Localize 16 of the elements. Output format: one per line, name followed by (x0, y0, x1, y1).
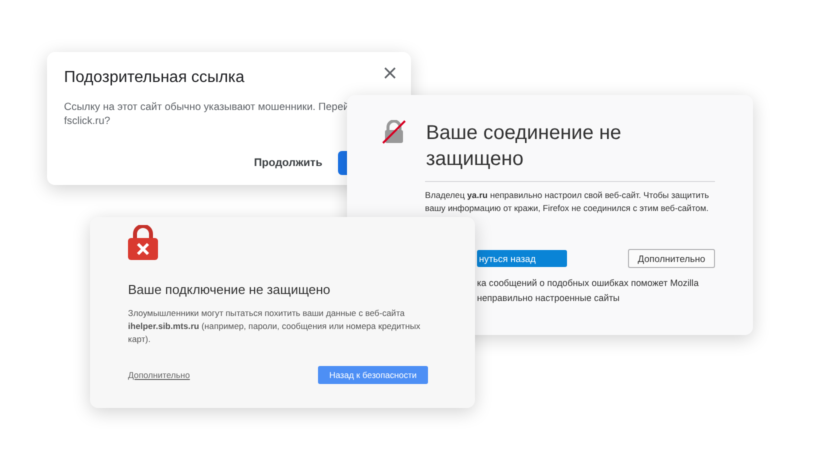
advanced-link[interactable]: Дополнительно (128, 370, 190, 380)
dialog-title: Ваше соединение не защищено (426, 121, 622, 172)
report-text: неправильно настроенные сайты (477, 292, 621, 305)
continue-button[interactable]: Продолжить (254, 153, 322, 173)
dialog-text: Владелец ya.ru неправильно настроил свой веб-сайт. Чтобы защитить вашу информацию от кражи, Firefox не соединился с этим веб-сайтом. (425, 189, 710, 215)
dialog-text: Злоумышленники могут пытаться похитить ваши данные с веб-сайта ihelper.sib.mts.ru (например, пароли, сообщения или номера кредитных карт). (128, 307, 422, 346)
go-back-button[interactable]: нуться назад (477, 250, 567, 267)
broken-lock-icon (382, 120, 406, 144)
advanced-button[interactable]: Дополнительно (628, 249, 715, 268)
report-text: ка сообщений о подобных ошибках поможет Mozilla (477, 277, 700, 290)
back-to-safety-button[interactable]: Назад к безопасности (318, 366, 428, 384)
dialog-title: Подозрительная ссылка (64, 69, 244, 87)
lock-error-icon (128, 225, 158, 260)
close-icon[interactable] (383, 66, 397, 80)
dialog-text: fsclick.ru? (64, 115, 112, 129)
dialog-title: Ваше подключение не защищено (128, 282, 332, 297)
